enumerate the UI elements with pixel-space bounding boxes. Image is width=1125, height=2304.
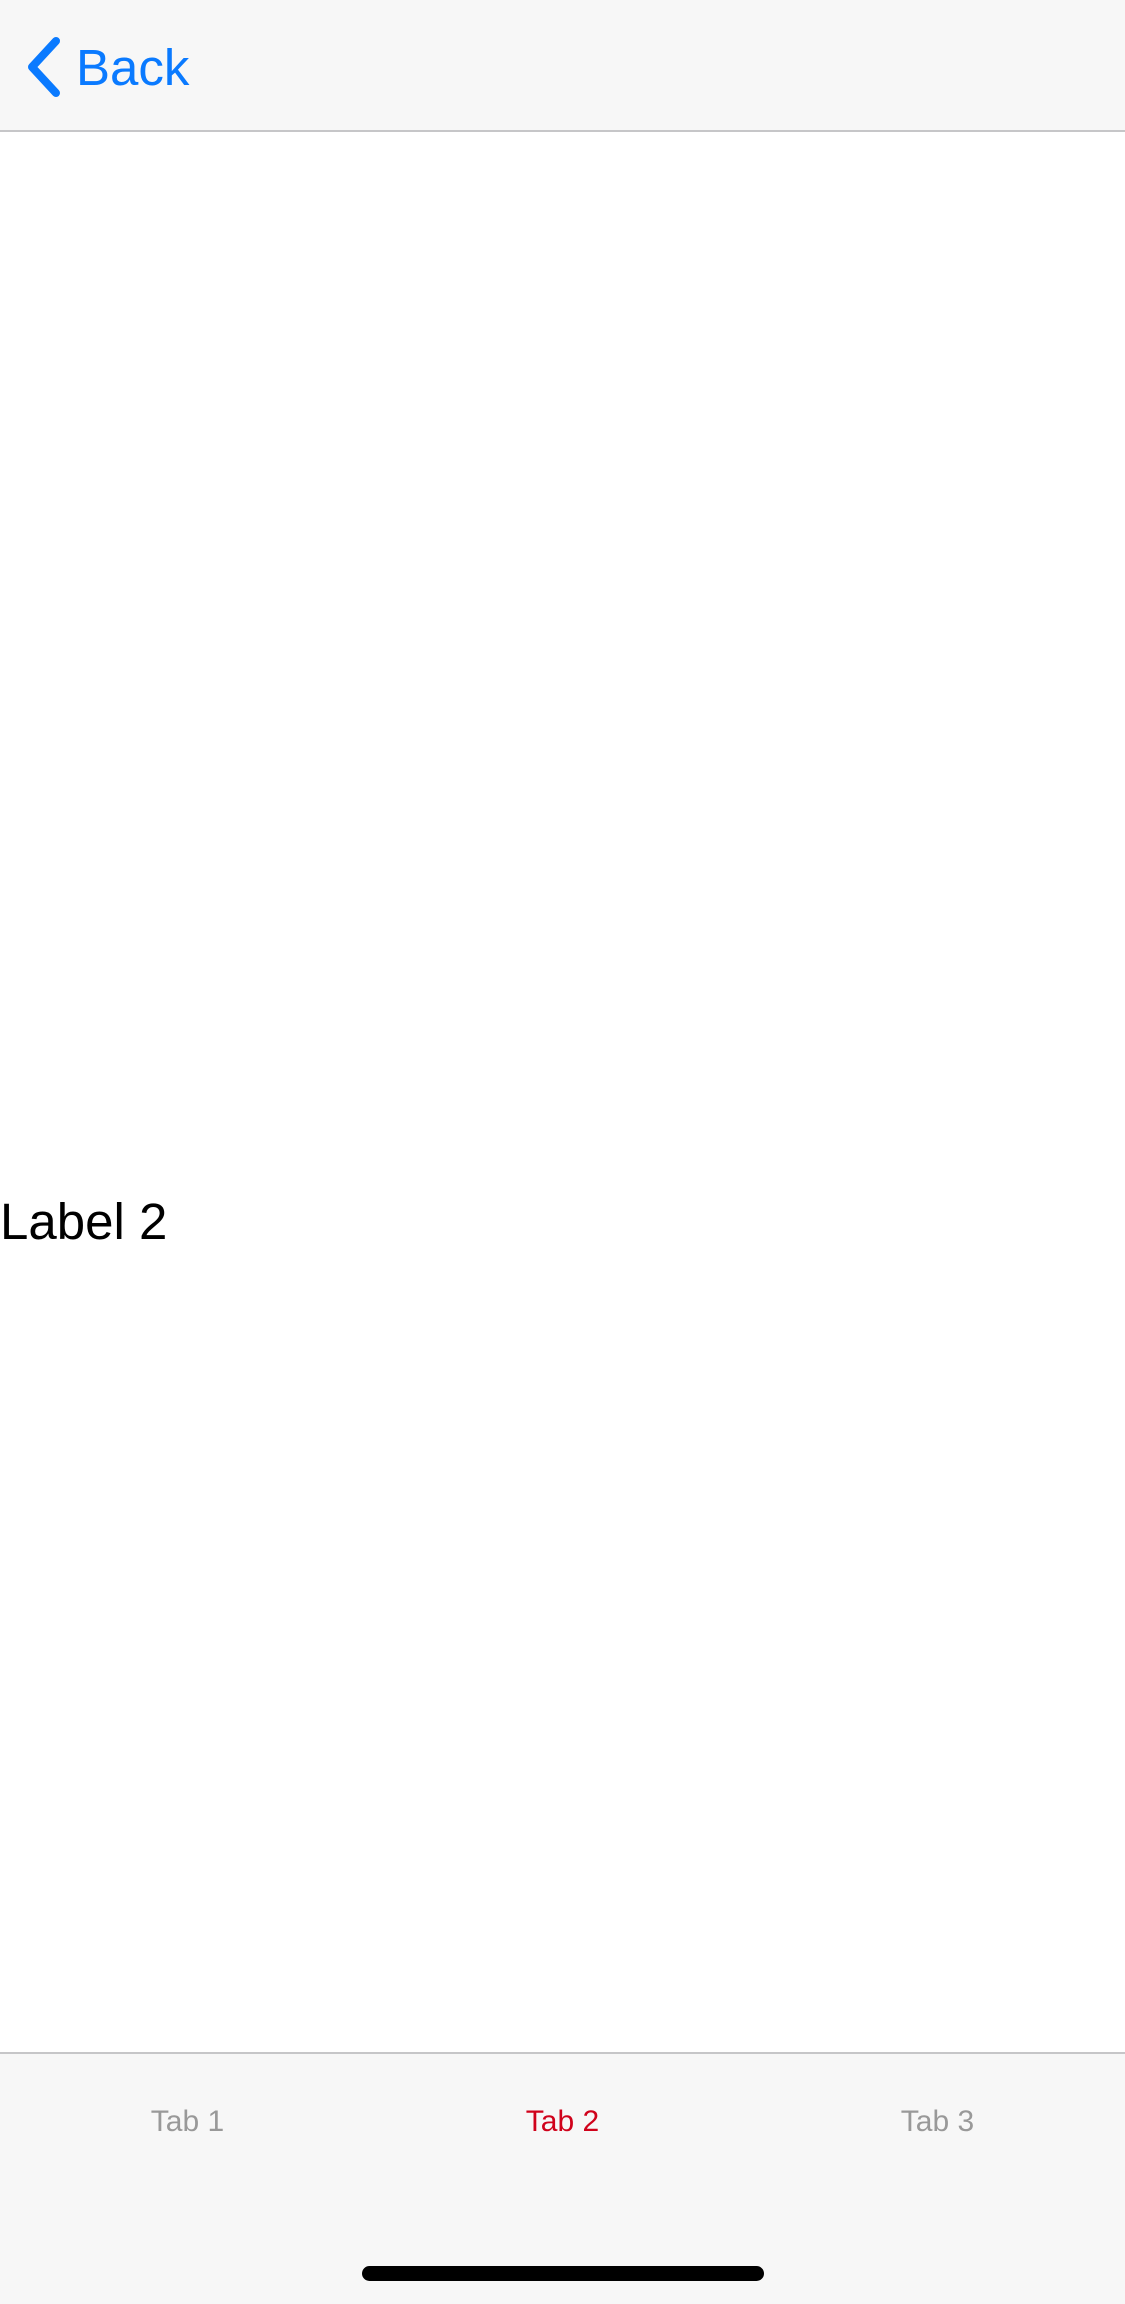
- main-label: Label 2: [0, 1193, 168, 1250]
- back-button[interactable]: Back: [24, 32, 189, 102]
- navigation-bar: Back: [0, 0, 1125, 132]
- chevron-left-icon: [24, 35, 64, 99]
- content-area: Label 2: [0, 132, 1125, 2052]
- home-indicator: [362, 2266, 764, 2281]
- screen: Back Label 2 Tab 1 Tab 2 Tab 3: [0, 0, 1125, 2304]
- tab-2[interactable]: Tab 2: [375, 2102, 750, 2142]
- tab-1[interactable]: Tab 1: [0, 2102, 375, 2142]
- back-label: Back: [76, 38, 190, 96]
- tab-3[interactable]: Tab 3: [750, 2102, 1125, 2142]
